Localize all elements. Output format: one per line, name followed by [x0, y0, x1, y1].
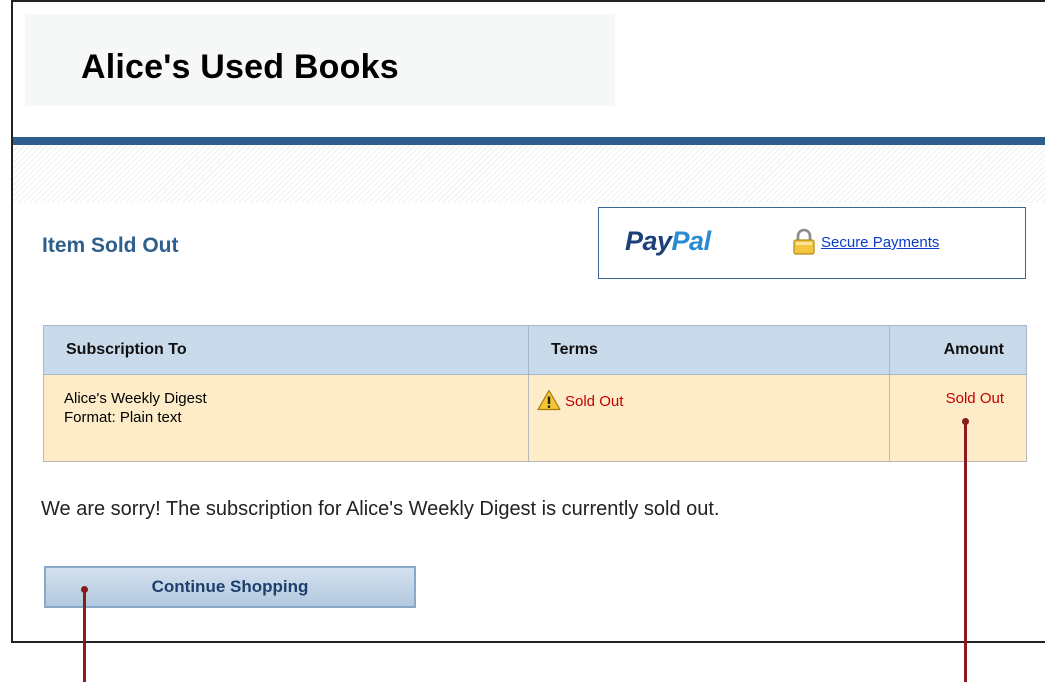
- item-cell: Alice's Weekly Digest Format: Plain text: [43, 374, 529, 462]
- paypal-logo-pal: Pal: [671, 226, 712, 256]
- column-header-subscription: Subscription To: [43, 325, 529, 375]
- item-format: Format: Plain text: [64, 409, 182, 426]
- header-pattern: [13, 145, 1045, 203]
- lock-icon: [793, 228, 815, 255]
- column-header-amount: Amount: [889, 325, 1027, 375]
- paypal-logo-pay: Pay: [625, 226, 672, 256]
- callout-line-button: [83, 589, 86, 682]
- column-header-terms: Terms: [528, 325, 890, 375]
- amount-status: Sold Out: [945, 390, 1004, 407]
- item-name: Alice's Weekly Digest: [64, 390, 207, 407]
- sold-out-message: We are sorry! The subscription for Alice…: [41, 498, 720, 520]
- table-header-row: Subscription To Terms Amount: [43, 325, 1027, 375]
- page-title: Item Sold Out: [42, 234, 179, 257]
- terms-status: Sold Out: [565, 393, 624, 410]
- store-title: Alice's Used Books: [81, 48, 399, 86]
- order-table: Subscription To Terms Amount Alice's Wee…: [43, 325, 1027, 462]
- paypal-logo: PayPal: [625, 226, 711, 257]
- page-frame: Alice's Used Books Item Sold Out PayPal …: [11, 0, 1045, 643]
- continue-shopping-button[interactable]: Continue Shopping: [44, 566, 416, 608]
- secure-payments-link[interactable]: Secure Payments: [821, 234, 939, 251]
- paypal-badge: PayPal Secure Payments: [598, 207, 1026, 279]
- header-divider: [13, 137, 1045, 145]
- amount-cell: Sold Out: [889, 374, 1027, 462]
- callout-line-amount: [964, 421, 967, 682]
- warning-icon: [537, 389, 561, 411]
- terms-cell: Sold Out: [528, 374, 890, 462]
- table-row: Alice's Weekly Digest Format: Plain text…: [43, 374, 1027, 462]
